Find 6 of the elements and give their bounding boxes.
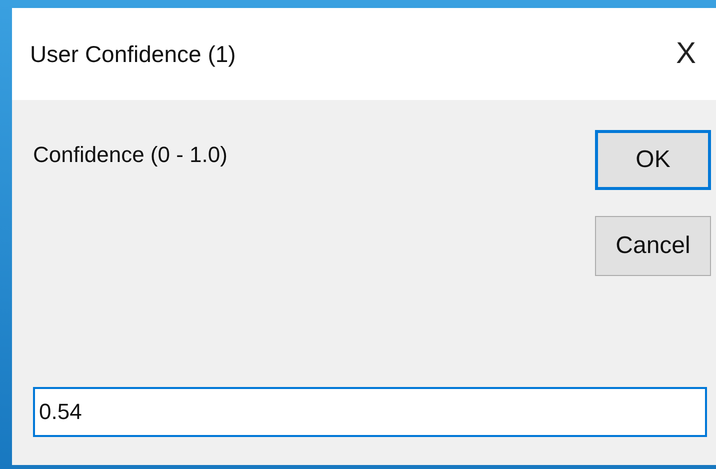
window-title: User Confidence (1): [30, 40, 236, 68]
close-button[interactable]: X: [656, 24, 716, 84]
prompt-label: Confidence (0 - 1.0): [33, 142, 228, 169]
input-field[interactable]: 0.54: [33, 387, 707, 437]
cancel-button[interactable]: Cancel: [595, 216, 711, 276]
ok-button[interactable]: OK: [595, 130, 711, 190]
